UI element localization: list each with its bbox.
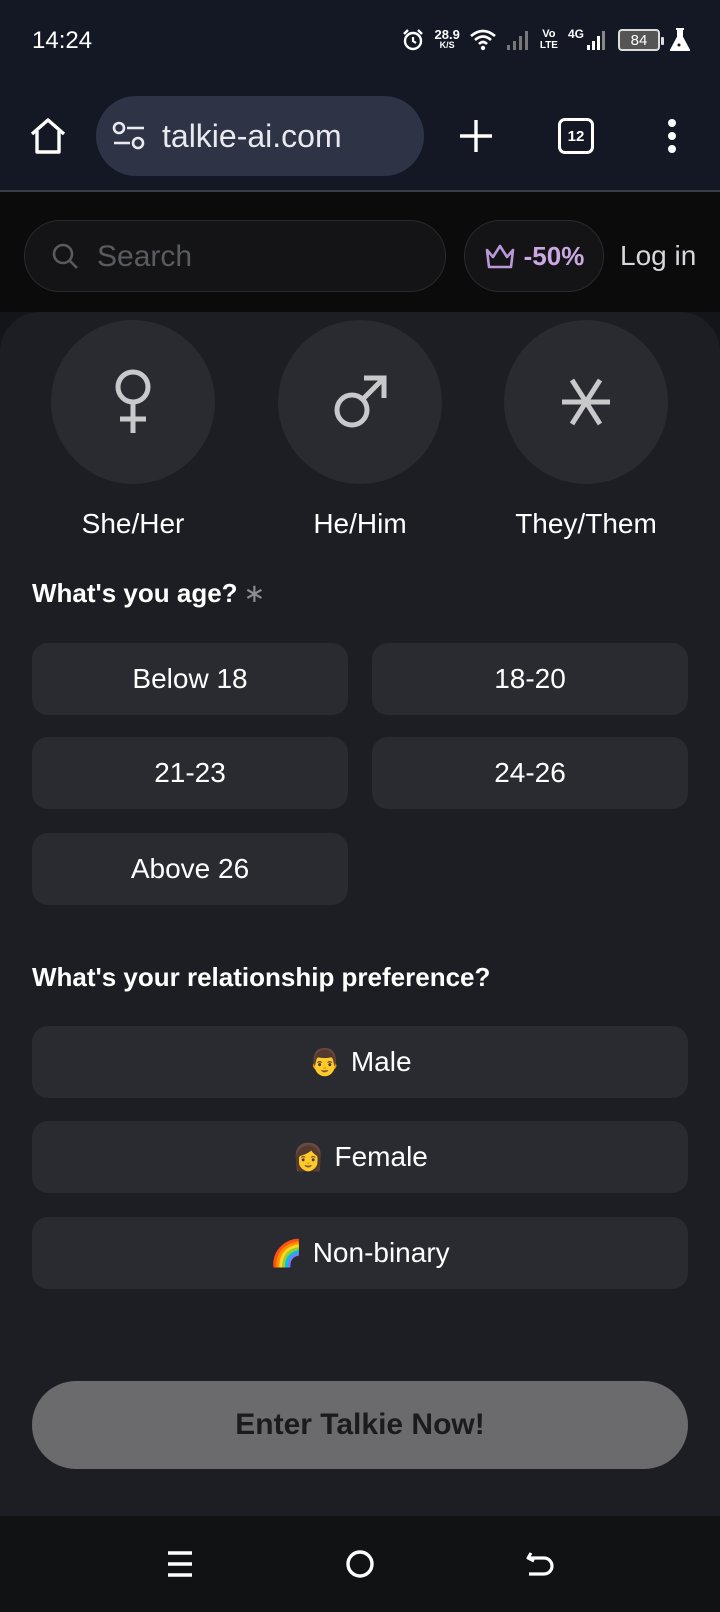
preference-male[interactable]: 👨 Male xyxy=(32,1026,688,1098)
circle-home-icon xyxy=(346,1550,374,1578)
crown-icon xyxy=(485,244,514,269)
pronoun-circle xyxy=(278,320,442,484)
age-question-label: What's you age? xyxy=(32,578,238,608)
required-mark: ∗ xyxy=(243,578,266,608)
nonbinary-symbol-icon xyxy=(562,378,610,426)
pronoun-circle xyxy=(51,320,215,484)
preference-label: Female xyxy=(334,1141,428,1172)
url-text: talkie-ai.com xyxy=(162,118,342,154)
back-button[interactable] xyxy=(516,1540,564,1588)
volte-indicator: Vo LTE xyxy=(539,28,558,52)
preference-label: Male xyxy=(350,1046,412,1077)
status-time: 14:24 xyxy=(32,27,93,54)
browser-toolbar: talkie-ai.com 12 xyxy=(0,84,720,192)
back-arrow-icon xyxy=(526,1552,554,1576)
age-option-below-18[interactable]: Below 18 xyxy=(32,643,348,715)
status-icons: 28.9 K/S Vo LTE 4G 84 xyxy=(401,22,690,58)
wifi-icon xyxy=(469,29,496,51)
pronoun-circle xyxy=(504,320,668,484)
login-link[interactable]: Log in xyxy=(620,240,696,272)
search-icon xyxy=(52,243,78,269)
battery-indicator: 84 xyxy=(618,29,664,51)
signal-icon xyxy=(587,31,605,50)
female-symbol-icon xyxy=(115,369,151,433)
browser-menu-button[interactable] xyxy=(648,108,696,164)
pronoun-he-him[interactable]: He/Him xyxy=(270,320,450,540)
home-icon xyxy=(30,118,66,154)
signal-weak-icon xyxy=(506,31,528,50)
pronoun-label: He/Him xyxy=(313,508,407,539)
age-option-21-23[interactable]: 21-23 xyxy=(32,737,348,809)
network-type: 4G xyxy=(567,27,584,41)
pronoun-they-them[interactable]: They/Them xyxy=(496,320,676,540)
menu-lines-icon xyxy=(168,1551,192,1577)
onboarding-sheet: She/Her He/Him They/Them What's you age?… xyxy=(0,312,720,1516)
more-vert-icon xyxy=(668,119,676,153)
tab-switcher-button[interactable]: 12 xyxy=(550,108,602,164)
preference-female[interactable]: 👩 Female xyxy=(32,1121,688,1193)
volte-top: Vo xyxy=(542,28,556,40)
age-option-18-20[interactable]: 18-20 xyxy=(372,643,688,715)
new-tab-button[interactable] xyxy=(450,108,502,164)
volte-bottom: LTE xyxy=(539,40,558,51)
enter-talkie-button[interactable]: Enter Talkie Now! xyxy=(32,1381,688,1469)
preference-non-binary[interactable]: 🌈 Non-binary xyxy=(32,1217,688,1289)
age-question: What's you age? ∗ xyxy=(32,578,265,609)
age-option-above-26[interactable]: Above 26 xyxy=(32,833,348,905)
pronoun-label: She/Her xyxy=(81,508,185,539)
search-input[interactable] xyxy=(95,237,419,277)
plus-icon xyxy=(460,120,492,152)
age-option-24-26[interactable]: 24-26 xyxy=(372,737,688,809)
promo-discount: -50% xyxy=(523,240,585,271)
pronoun-she-her[interactable]: She/Her xyxy=(43,320,223,540)
woman-emoji-icon: 👩 xyxy=(292,1141,325,1172)
status-bar: 14:24 28.9 K/S Vo LTE 4G 84 xyxy=(0,0,720,84)
preference-label: Non-binary xyxy=(312,1237,450,1268)
rainbow-emoji-icon: 🌈 xyxy=(270,1237,303,1268)
site-settings-icon[interactable] xyxy=(112,121,146,151)
pronoun-label: They/Them xyxy=(515,508,657,539)
premium-promo-button[interactable]: -50% xyxy=(464,220,604,292)
recents-button[interactable] xyxy=(156,1540,204,1588)
signal-4g: 4G xyxy=(567,27,608,51)
alarm-icon xyxy=(402,29,423,51)
url-bar[interactable]: talkie-ai.com xyxy=(96,96,424,176)
man-emoji-icon: 👨 xyxy=(308,1046,341,1077)
system-nav-bar xyxy=(0,1516,720,1612)
lab-flask-icon xyxy=(670,28,690,51)
search-box[interactable] xyxy=(24,220,446,292)
tab-count: 12 xyxy=(558,118,594,154)
home-button[interactable] xyxy=(22,108,74,164)
net-speed-value: 28.9 xyxy=(434,27,460,42)
net-speed: 28.9 K/S xyxy=(434,27,460,51)
male-symbol-icon xyxy=(334,375,387,428)
home-nav-button[interactable] xyxy=(336,1540,384,1588)
relationship-question: What's your relationship preference? xyxy=(32,962,491,992)
site-header: -50% Log in xyxy=(0,192,720,312)
